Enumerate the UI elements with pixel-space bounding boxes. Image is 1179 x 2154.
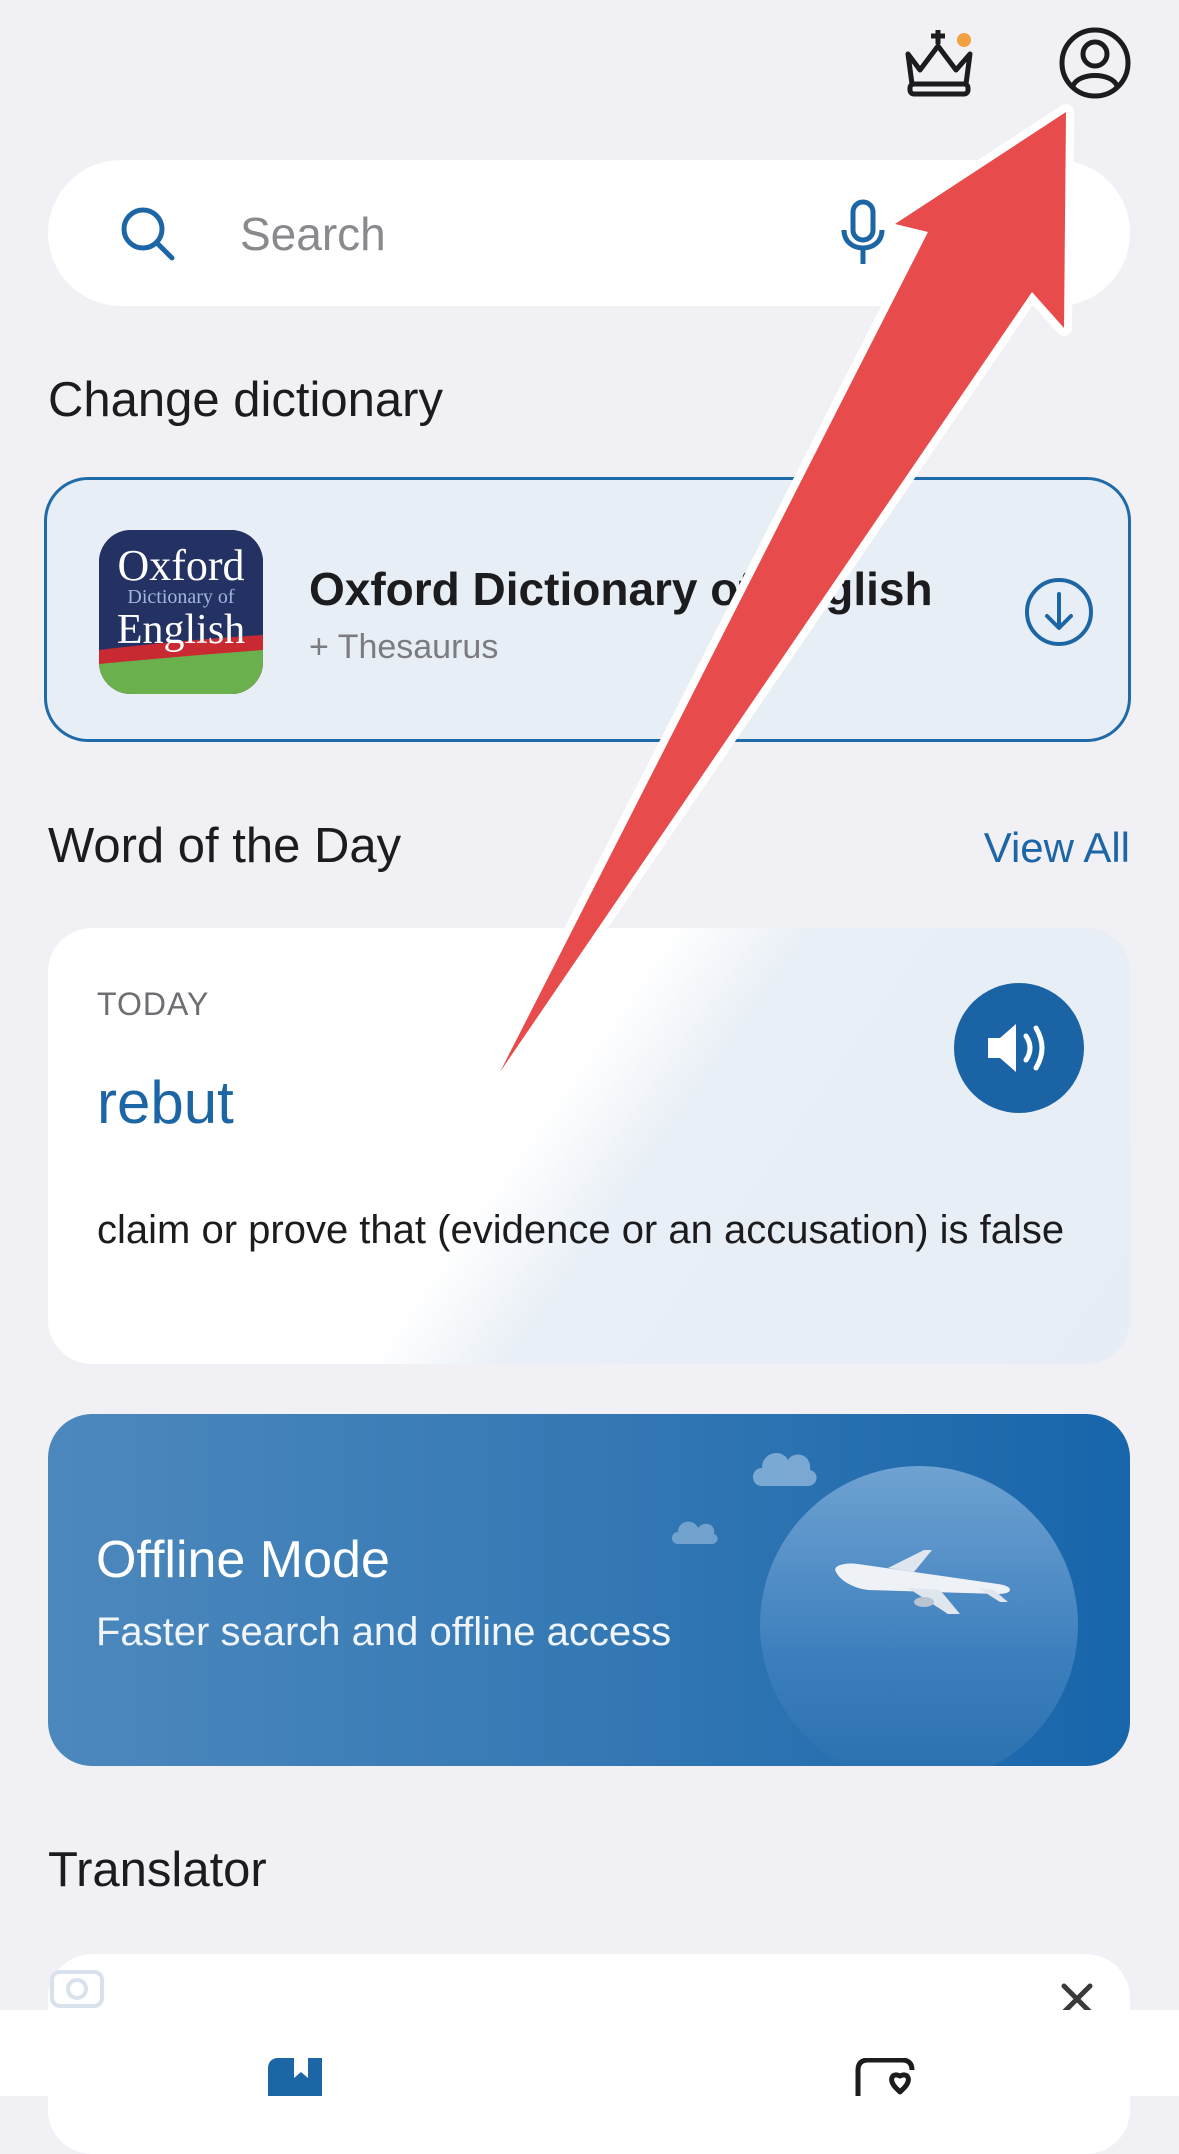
- view-all-link[interactable]: View All: [984, 824, 1130, 872]
- tab-bar: [0, 2010, 1179, 2096]
- premium-crown-icon[interactable]: [898, 26, 980, 100]
- dictionary-card[interactable]: Oxford Dictionary of English Oxford Dict…: [44, 477, 1131, 742]
- dictionary-logo: Oxford Dictionary of English: [99, 530, 263, 694]
- search-bar[interactable]: [48, 160, 1130, 306]
- pronunciation-button[interactable]: [954, 983, 1084, 1113]
- cloud-icon: [753, 1453, 817, 1486]
- dictionary-name: Oxford Dictionary of English: [309, 563, 933, 615]
- word-of-the-day: rebut: [97, 1069, 234, 1136]
- search-input[interactable]: [238, 198, 842, 270]
- offline-mode-banner[interactable]: Offline Mode Faster search and offline a…: [48, 1414, 1130, 1766]
- offline-mode-title: Offline Mode: [96, 1531, 390, 1589]
- logo-text-english: English: [116, 607, 246, 653]
- translator-heading: Translator: [48, 1843, 267, 1897]
- dictionary-book-icon[interactable]: [264, 2058, 326, 2101]
- camera-icon: [48, 1964, 108, 2015]
- word-of-the-day-heading: Word of the Day: [48, 819, 402, 873]
- download-icon[interactable]: [1023, 576, 1095, 653]
- offline-mode-subtitle: Faster search and offline access: [96, 1610, 672, 1654]
- logo-text-oxford: Oxford: [117, 541, 245, 590]
- microphone-icon[interactable]: [838, 198, 888, 273]
- search-icon: [118, 204, 178, 269]
- word-definition: claim or prove that (evidence or an accu…: [97, 1208, 1065, 1252]
- speaker-icon: [984, 1018, 1054, 1083]
- favorites-icon[interactable]: [852, 2057, 922, 2101]
- airplane-illustration: [835, 1550, 1010, 1614]
- cloud-icon: [672, 1521, 718, 1544]
- change-dictionary-heading: Change dictionary: [48, 373, 443, 427]
- profile-icon[interactable]: [1058, 26, 1132, 100]
- dictionary-subtitle: + Thesaurus: [309, 628, 499, 666]
- today-label: TODAY: [97, 986, 210, 1022]
- word-of-the-day-card[interactable]: TODAY rebut claim or prove that (evidenc…: [48, 928, 1130, 1364]
